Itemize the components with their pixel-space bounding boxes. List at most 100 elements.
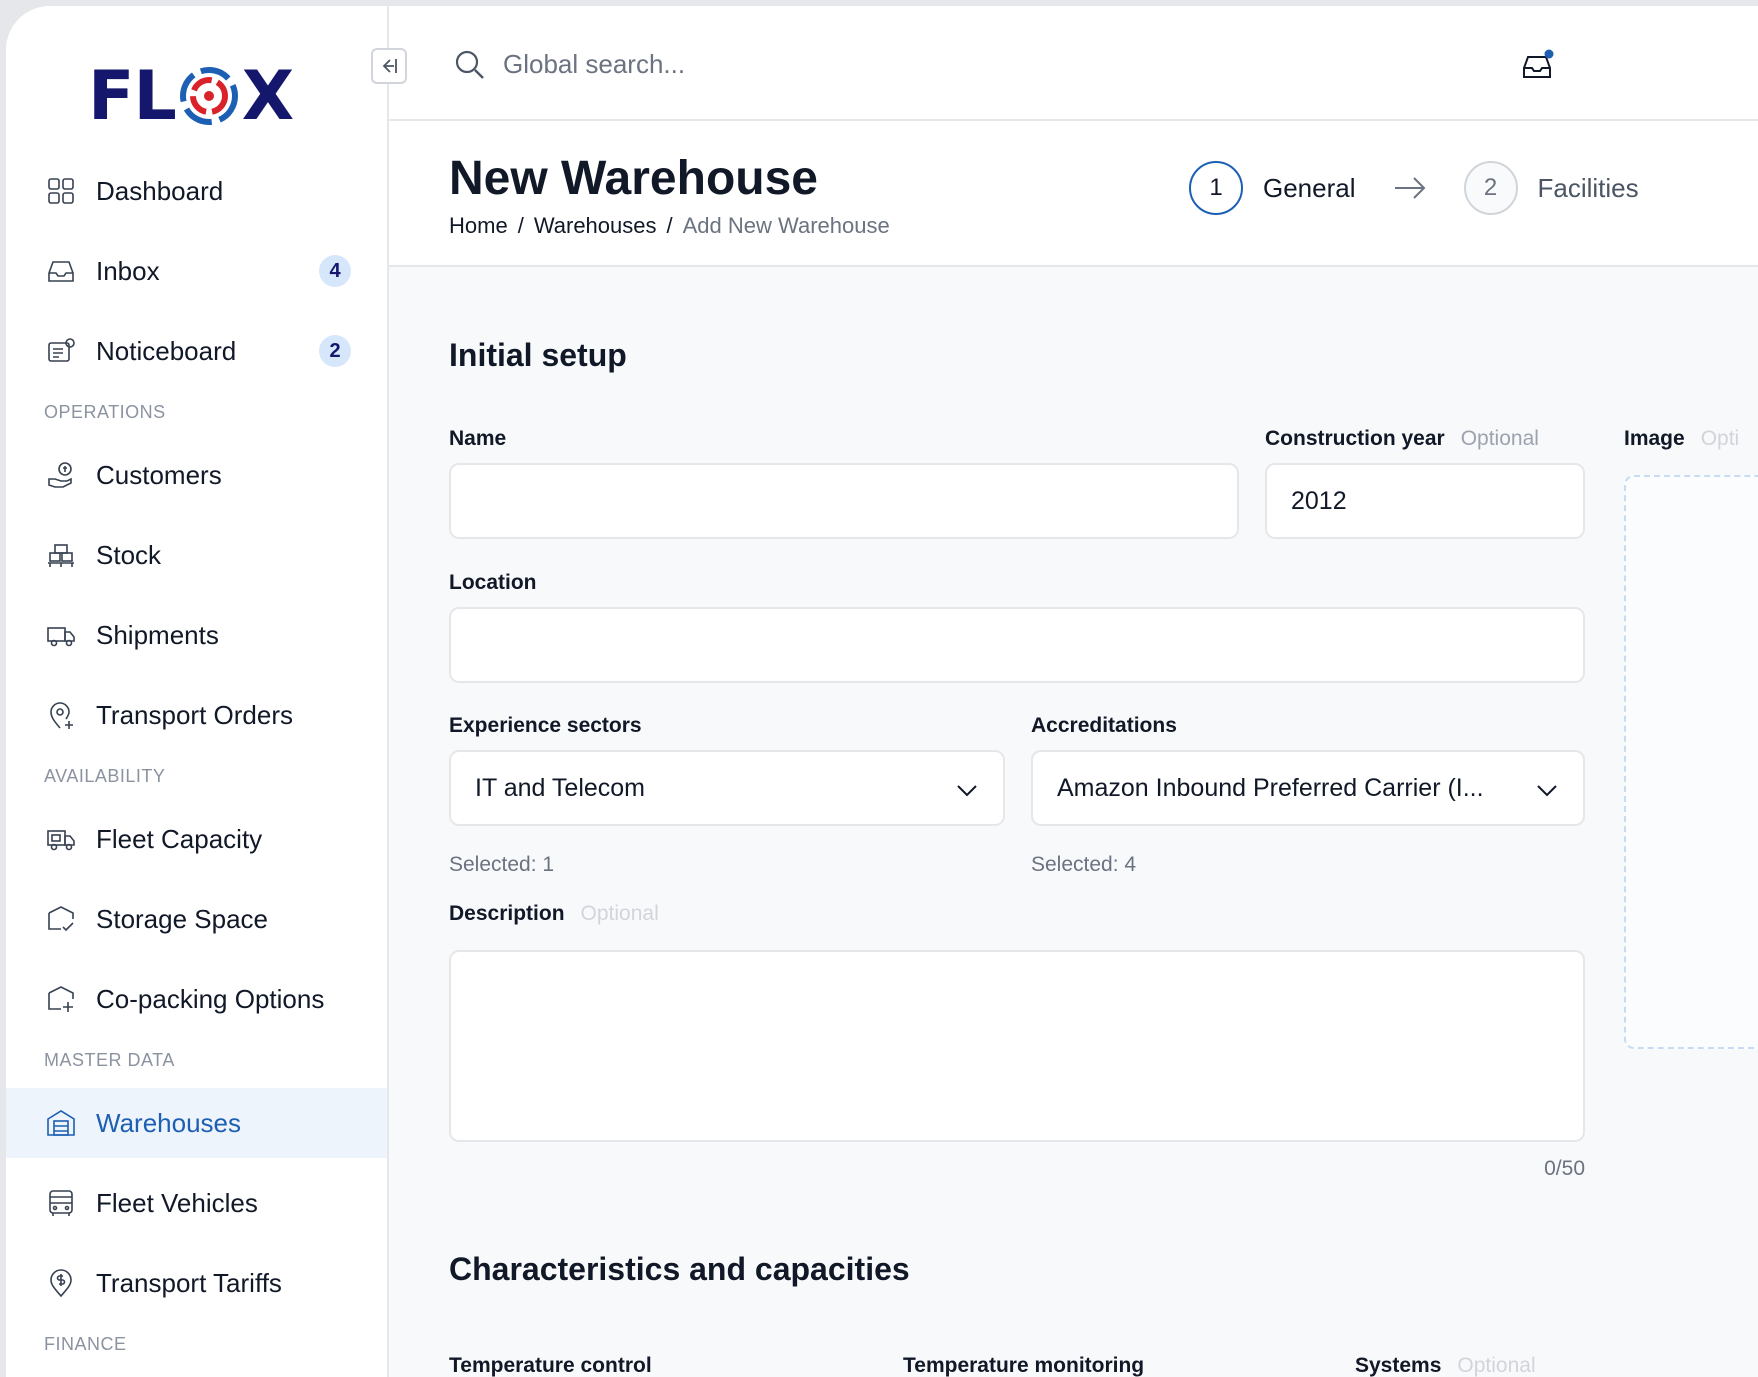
systems-field-label: Systems Optional <box>1355 1354 1536 1377</box>
arrow-right-icon <box>1394 177 1425 199</box>
location-label-text: Location <box>449 571 537 594</box>
sidebar-item-storage-space[interactable]: Storage Space <box>6 884 387 954</box>
name-field-label: Name <box>449 427 506 451</box>
breadcrumb-warehouses[interactable]: Warehouses <box>534 213 657 239</box>
accreditations-select[interactable]: Amazon Inbound Preferred Carrier (I... <box>1031 750 1585 826</box>
location-input[interactable] <box>449 607 1585 683</box>
sidebar: FL X Dashboard Inbox 4 Noticeboard 2 OPE… <box>6 6 389 1377</box>
section-label-availability: AVAILABILITY <box>44 765 166 786</box>
sidebar-item-customers[interactable]: Customers <box>6 440 387 510</box>
collapse-sidebar-button[interactable] <box>371 48 407 84</box>
breadcrumb-separator: / <box>666 213 673 238</box>
step-2-circle[interactable]: 2 <box>1463 161 1518 215</box>
sidebar-item-co-packing-options[interactable]: Co-packing Options <box>6 964 387 1034</box>
window-frame: FL X Dashboard Inbox 4 Noticeboard 2 OPE… <box>0 0 1758 1377</box>
temperature-control-label-text: Temperature control <box>449 1354 652 1377</box>
logo-text-left: FL <box>88 56 177 136</box>
location-dollar-icon <box>44 1266 78 1300</box>
experience-sectors-value: IT and Telecom <box>475 773 646 802</box>
stepper: 1 General 2 Facilities <box>1189 161 1639 215</box>
truck-icon <box>44 618 78 652</box>
sidebar-item-label: Stock <box>96 539 162 570</box>
experience-sectors-label-text: Experience sectors <box>449 714 642 737</box>
sidebar-item-dashboard[interactable]: Dashboard <box>6 156 387 226</box>
truck-box-icon <box>44 822 78 856</box>
optional-tag: Opti <box>1700 427 1740 450</box>
description-char-counter: 0/50 <box>1544 1157 1585 1180</box>
section-label-master-data: MASTER DATA <box>44 1049 175 1070</box>
name-label-text: Name <box>449 427 507 450</box>
topbar <box>371 6 1758 121</box>
sidebar-item-label: Transport Tariffs <box>96 1267 282 1298</box>
box-plus-icon <box>44 982 78 1016</box>
sidebar-item-label: Warehouses <box>96 1107 241 1138</box>
accreditations-helper: Selected: 4 <box>1031 853 1137 876</box>
accreditations-value: Amazon Inbound Preferred Carrier (I... <box>1057 773 1484 802</box>
noticeboard-count-badge: 2 <box>319 335 351 367</box>
image-dropzone[interactable] <box>1624 475 1758 1049</box>
optional-tag: Optional <box>580 902 659 925</box>
warehouse-icon <box>44 1106 78 1140</box>
temperature-control-field-label: Temperature control <box>449 1354 652 1377</box>
location-pin-plus-icon <box>44 698 78 732</box>
location-field-label: Location <box>449 571 537 595</box>
breadcrumb-separator: / <box>517 213 524 238</box>
sidebar-item-transport-tariffs[interactable]: Transport Tariffs <box>6 1248 387 1318</box>
sidebar-item-fleet-capacity[interactable]: Fleet Capacity <box>6 804 387 874</box>
section-title-initial-setup: Initial setup <box>449 337 627 373</box>
experience-sectors-select[interactable]: IT and Telecom <box>449 750 1005 826</box>
description-field-label: Description Optional <box>449 902 659 926</box>
flox-logo[interactable]: FL X <box>88 57 294 136</box>
search-icon <box>455 50 484 79</box>
optional-tag: Optional <box>1460 427 1539 450</box>
chevron-down-icon <box>957 785 977 797</box>
sidebar-item-inbox[interactable]: Inbox 4 <box>6 236 387 306</box>
logo-text-right: X <box>241 56 294 136</box>
section-label-operations: OPERATIONS <box>44 401 166 422</box>
sidebar-item-noticeboard[interactable]: Noticeboard 2 <box>6 316 387 386</box>
notifications-inbox-button[interactable] <box>1519 48 1555 84</box>
accreditations-label-text: Accreditations <box>1031 714 1177 737</box>
optional-tag: Optional <box>1457 1354 1536 1377</box>
step-1-label[interactable]: General <box>1263 173 1356 204</box>
name-input[interactable] <box>449 463 1239 539</box>
inbox-icon <box>1523 49 1554 78</box>
sidebar-item-label: Fleet Vehicles <box>96 1187 258 1218</box>
hand-coin-icon <box>44 458 78 492</box>
pallet-icon <box>44 538 78 572</box>
description-textarea[interactable] <box>449 950 1585 1142</box>
app-window: FL X Dashboard Inbox 4 Noticeboard 2 OPE… <box>6 6 1758 1377</box>
global-search-input[interactable] <box>503 44 1103 84</box>
image-label-text: Image <box>1624 427 1685 450</box>
construction-year-field-label: Construction year Optional <box>1265 427 1539 451</box>
sidebar-item-label: Noticeboard <box>96 335 237 366</box>
step-1-circle[interactable]: 1 <box>1189 161 1243 215</box>
step-2-label[interactable]: Facilities <box>1538 173 1639 204</box>
sidebar-item-shipments[interactable]: Shipments <box>6 600 387 670</box>
sidebar-item-label: Storage Space <box>96 903 269 934</box>
sidebar-item-fleet-vehicles[interactable]: Fleet Vehicles <box>6 1168 387 1238</box>
temperature-monitoring-label-text: Temperature monitoring <box>903 1354 1145 1377</box>
systems-label-text: Systems <box>1355 1354 1442 1377</box>
breadcrumb-current: Add New Warehouse <box>682 213 890 238</box>
sidebar-item-label: Inbox <box>96 255 160 286</box>
sidebar-item-label: Transport Orders <box>96 699 293 730</box>
noticeboard-icon <box>44 334 78 368</box>
sidebar-item-stock[interactable]: Stock <box>6 520 387 590</box>
sidebar-item-warehouses[interactable]: Warehouses <box>6 1088 387 1158</box>
sidebar-item-label: Customers <box>96 459 222 490</box>
page-title: New Warehouse <box>449 152 818 205</box>
logo-ring-icon <box>178 65 240 127</box>
experience-sectors-field-label: Experience sectors <box>449 714 642 738</box>
construction-year-label-text: Construction year <box>1265 427 1445 450</box>
construction-year-value: 2012 <box>1291 486 1347 515</box>
sidebar-item-label: Co-packing Options <box>96 983 325 1014</box>
description-label-text: Description <box>449 902 565 925</box>
page-header: New Warehouse Home / Warehouses / Add Ne… <box>389 121 1758 267</box>
construction-year-input[interactable]: 2012 <box>1265 463 1585 539</box>
main-content: New Warehouse Home / Warehouses / Add Ne… <box>371 6 1758 1377</box>
breadcrumb: Home / Warehouses / Add New Warehouse <box>449 213 890 239</box>
experience-sectors-helper: Selected: 1 <box>449 853 555 876</box>
breadcrumb-home[interactable]: Home <box>449 213 508 239</box>
sidebar-item-transport-orders[interactable]: Transport Orders <box>6 680 387 750</box>
